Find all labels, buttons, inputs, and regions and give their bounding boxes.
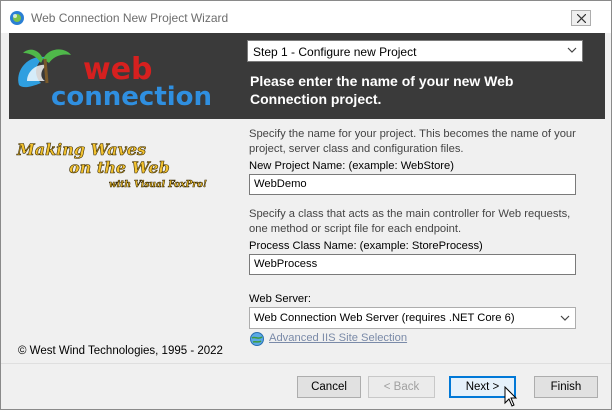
close-icon bbox=[577, 14, 586, 23]
svg-text:with Visual FoxPro!: with Visual FoxPro! bbox=[109, 180, 207, 190]
project-description: Specify the name for your project. This … bbox=[249, 128, 576, 155]
mouse-cursor-icon bbox=[504, 386, 518, 407]
web-connection-app-icon bbox=[10, 11, 24, 25]
svg-text:Making Waves: Making Waves bbox=[16, 140, 146, 159]
copyright-text: © West Wind Technologies, 1995 - 2022 bbox=[18, 345, 223, 357]
close-button[interactable] bbox=[571, 10, 591, 26]
process-description: Specify a class that acts as the main co… bbox=[249, 208, 571, 235]
cancel-button[interactable]: Cancel bbox=[297, 376, 361, 398]
step-dropdown[interactable]: Step 1 - Configure new Project bbox=[247, 40, 583, 62]
web-server-dropdown[interactable]: Web Connection Web Server (requires .NET… bbox=[249, 307, 576, 329]
window-title: Web Connection New Project Wizard bbox=[31, 11, 229, 25]
process-class-label: Process Class Name: (example: StoreProce… bbox=[249, 240, 483, 252]
wizard-window: Web Connection New Project Wizard web co… bbox=[0, 0, 612, 410]
header-title: Please enter the name of your new Web Co… bbox=[250, 73, 514, 107]
step-dropdown-value: Step 1 - Configure new Project bbox=[253, 45, 417, 59]
slogan-graphic: Making Waves on the Web with Visual FoxP… bbox=[16, 140, 208, 191]
process-class-input[interactable]: WebProcess bbox=[249, 254, 576, 275]
web-connection-logo: web connection bbox=[18, 49, 212, 111]
globe-icon bbox=[250, 332, 264, 346]
web-server-label: Web Server: bbox=[249, 293, 311, 305]
web-server-value: Web Connection Web Server (requires .NET… bbox=[254, 312, 515, 324]
advanced-iis-link[interactable]: Advanced IIS Site Selection bbox=[269, 332, 407, 344]
chevron-down-icon bbox=[567, 47, 577, 53]
back-button[interactable]: < Back bbox=[368, 376, 435, 398]
finish-button[interactable]: Finish bbox=[534, 376, 598, 398]
svg-text:on the Web: on the Web bbox=[69, 158, 170, 177]
chevron-down-icon bbox=[560, 315, 570, 321]
project-name-label: New Project Name: (example: WebStore) bbox=[249, 160, 454, 172]
logo-connection-text: connection bbox=[51, 82, 212, 111]
project-name-input[interactable]: WebDemo bbox=[249, 174, 576, 195]
header-banner: web connection Step 1 - Configure new Pr… bbox=[9, 33, 605, 119]
title-bar: Web Connection New Project Wizard bbox=[1, 1, 611, 33]
button-bar: Cancel < Back Next > Finish bbox=[1, 363, 611, 409]
